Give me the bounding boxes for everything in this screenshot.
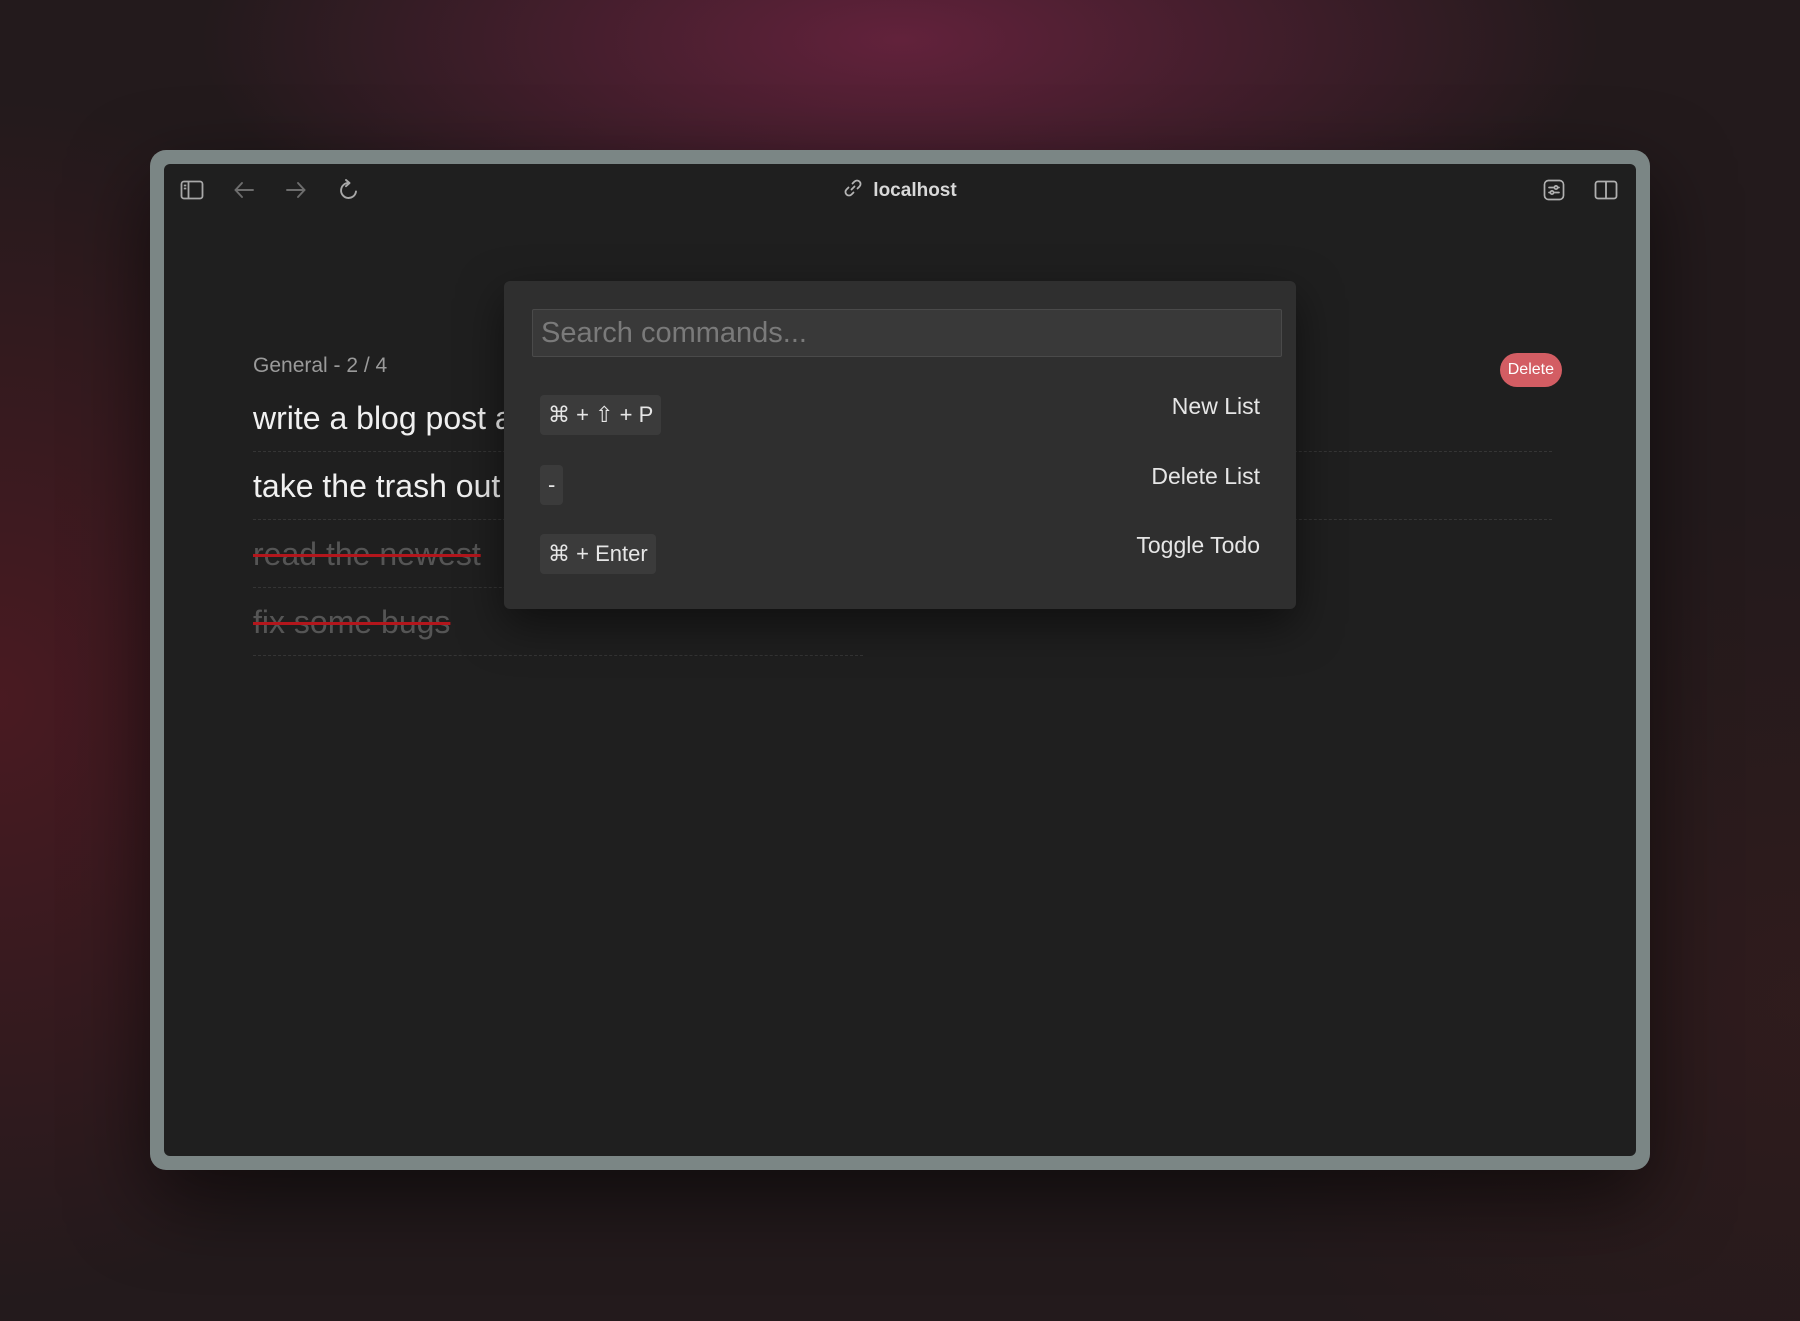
browser-window: localhost General - 2 / 4 Delete write a… xyxy=(164,164,1636,1156)
command-delete-list[interactable]: - Delete List xyxy=(540,463,1260,511)
command-label: Toggle Todo xyxy=(1136,532,1260,558)
list-header: General - 2 / 4 xyxy=(253,354,388,377)
reload-icon[interactable] xyxy=(335,176,363,204)
command-toggle-todo[interactable]: ⌘ + Enter Toggle Todo xyxy=(540,532,1260,580)
split-view-icon[interactable] xyxy=(1592,176,1620,204)
address-bar[interactable]: localhost xyxy=(164,178,1636,203)
command-label: New List xyxy=(1171,393,1260,419)
command-label: Delete List xyxy=(1151,463,1260,489)
link-icon xyxy=(843,178,863,203)
forward-arrow-icon[interactable] xyxy=(282,176,310,204)
shortcut-badge: - xyxy=(540,465,564,505)
sidebar-toggle-icon[interactable] xyxy=(178,176,206,204)
command-search-input[interactable] xyxy=(532,309,1282,357)
back-arrow-icon[interactable] xyxy=(230,176,258,204)
browser-toolbar: localhost xyxy=(164,164,1636,216)
sliders-icon[interactable] xyxy=(1540,176,1568,204)
browser-frame: localhost General - 2 / 4 Delete write a… xyxy=(150,150,1650,1170)
address-text[interactable]: localhost xyxy=(873,180,956,202)
shortcut-badge: ⌘ + Enter xyxy=(540,534,656,574)
shortcut-badge: ⌘ + ⇧ + P xyxy=(540,395,662,435)
command-new-list[interactable]: ⌘ + ⇧ + P New List xyxy=(540,393,1260,441)
delete-list-button[interactable]: Delete xyxy=(1499,353,1562,387)
command-palette: ⌘ + ⇧ + P New List - Delete List ⌘ + Ent… xyxy=(504,281,1296,609)
todo-item-done[interactable]: fix some bugs xyxy=(253,604,863,656)
